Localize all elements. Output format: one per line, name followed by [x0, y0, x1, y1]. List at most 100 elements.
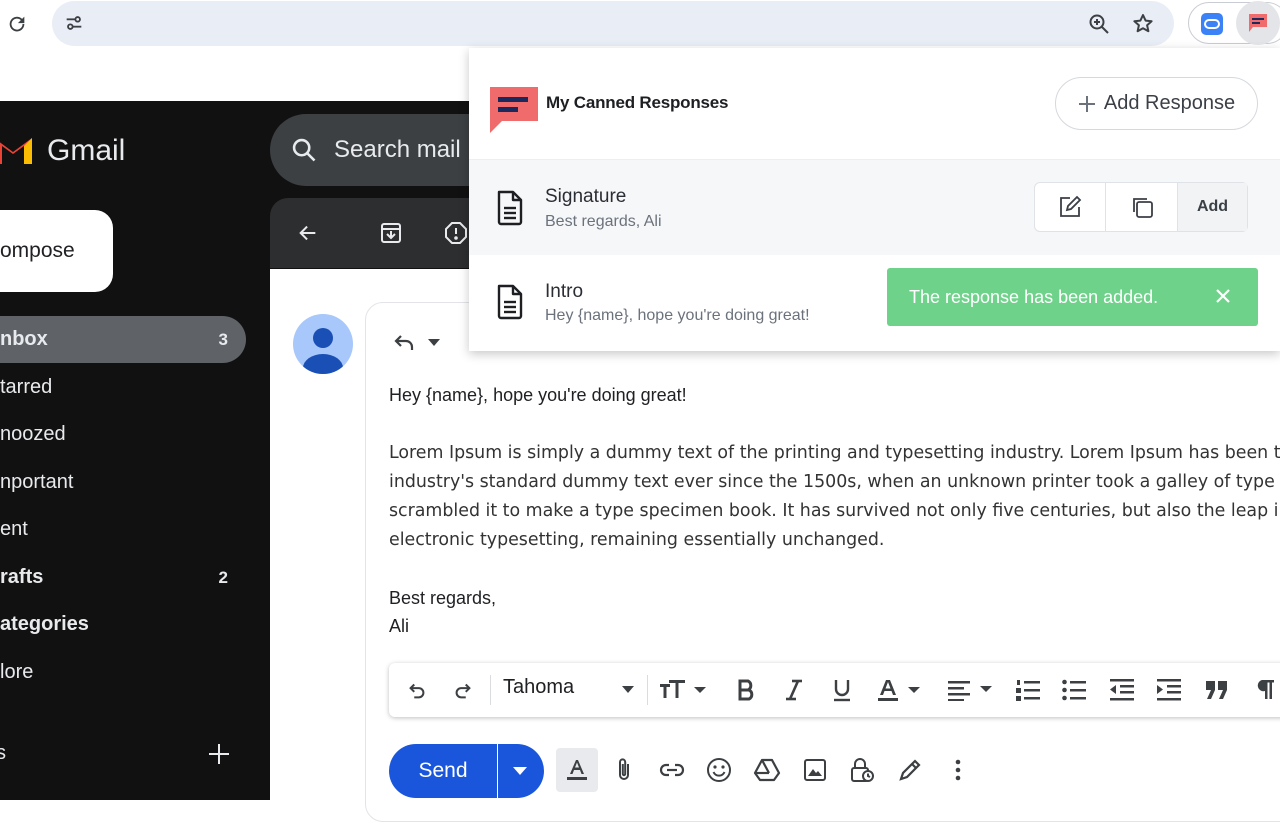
gmail-logo-icon	[0, 134, 32, 166]
sidebar-item[interactable]: nportant	[0, 459, 246, 506]
toolbar-divider	[490, 675, 491, 705]
chevron-down-icon[interactable]	[428, 339, 440, 347]
signature-pen-icon[interactable]	[888, 748, 932, 792]
insert-photo-icon[interactable]	[793, 748, 837, 792]
response-row[interactable]: Signature Best regards, Ali Add	[469, 160, 1280, 255]
sidebar-item-label: ent	[0, 518, 28, 540]
edit-icon	[1060, 195, 1082, 217]
font-select[interactable]: Tahoma	[503, 676, 574, 699]
canned-responses-extension-icon[interactable]	[1236, 1, 1280, 45]
sidebar-item-label: nportant	[0, 471, 74, 493]
response-preview: Hey {name}, hope you're doing great!	[545, 307, 810, 324]
success-toast: The response has been added.	[887, 268, 1258, 326]
response-preview: Best regards, Ali	[545, 213, 662, 230]
address-bar[interactable]	[52, 1, 1174, 46]
sidebar-item-label: tarred	[0, 376, 53, 398]
gmail-logo-text: Gmail	[47, 134, 126, 167]
edit-response-button[interactable]	[1035, 183, 1106, 231]
site-settings-icon[interactable]	[63, 12, 85, 34]
close-icon[interactable]	[1214, 287, 1232, 305]
reply-arrow-icon[interactable]	[392, 331, 416, 355]
italic-icon[interactable]	[781, 663, 807, 717]
copy-response-button[interactable]	[1106, 183, 1178, 231]
email-paragraph-line: electronic typesetting, remaining essent…	[389, 530, 885, 550]
numbered-list-icon[interactable]	[1015, 663, 1041, 717]
add-to-email-label: Add	[1196, 198, 1229, 215]
add-response-label: Add Response	[1103, 92, 1236, 114]
font-dropdown-chevron-icon[interactable]	[621, 663, 635, 717]
document-icon	[496, 190, 524, 226]
avatar	[293, 314, 353, 374]
more-options-icon[interactable]	[936, 748, 980, 792]
redo-icon[interactable]	[449, 663, 477, 717]
plus-icon	[1078, 95, 1095, 112]
sidebar-item-label: noozed	[0, 423, 66, 445]
compose-label: ompose	[0, 239, 75, 262]
confidential-mode-icon[interactable]	[840, 748, 884, 792]
formatting-options-icon[interactable]	[556, 748, 598, 792]
sidebar-item[interactable]: lore	[0, 649, 246, 696]
send-button[interactable]: Send	[389, 744, 497, 798]
sidebar-item-label: rafts	[0, 566, 44, 588]
send-label: Send	[418, 759, 468, 782]
response-title: Intro	[545, 281, 584, 302]
sidebar-item-label: ategories	[0, 613, 89, 635]
archive-icon[interactable]	[379, 221, 403, 245]
sidebar-item-count: 3	[218, 329, 228, 349]
font-size-icon[interactable]	[659, 663, 711, 717]
attach-file-icon[interactable]	[602, 748, 646, 792]
browser-toolbar	[0, 0, 1280, 48]
toolbar-divider	[647, 675, 648, 705]
sidebar-item-count: 2	[218, 567, 228, 587]
sidebar-item[interactable]: nbox 3	[0, 316, 246, 363]
text-color-icon[interactable]	[875, 663, 925, 717]
extensions-area	[1188, 1, 1280, 45]
zoom-icon[interactable]	[1087, 12, 1111, 36]
quote-icon[interactable]	[1204, 663, 1230, 717]
email-signoff[interactable]: Best regards,	[389, 584, 496, 613]
compose-button[interactable]: ompose	[0, 210, 113, 292]
email-paragraph-line: industry's standard dummy text ever sinc…	[389, 472, 1280, 492]
toast-message: The response has been added.	[909, 286, 1159, 307]
email-paragraph-line: scrambled it to make a type specimen boo…	[389, 501, 1280, 521]
popup-header: My Canned Responses Add Response	[469, 48, 1280, 160]
email-greeting[interactable]: Hey {name}, hope you're doing great!	[389, 381, 687, 410]
underline-icon[interactable]	[829, 663, 855, 717]
sidebar-item[interactable]: ent	[0, 506, 246, 553]
sidebar-item-label: nbox	[0, 328, 48, 350]
add-response-button[interactable]: Add Response	[1055, 77, 1258, 130]
align-icon[interactable]	[947, 663, 997, 717]
sidebar-item[interactable]: rafts 2	[0, 554, 246, 601]
reload-icon[interactable]	[6, 13, 28, 35]
response-title: Signature	[545, 186, 627, 207]
bookmark-star-icon[interactable]	[1131, 12, 1155, 36]
canned-responses-logo-icon	[490, 87, 538, 133]
popup-title: My Canned Responses	[546, 93, 729, 112]
paragraph-direction-icon[interactable]	[1251, 663, 1277, 717]
back-arrow-icon[interactable]	[297, 222, 319, 244]
google-drive-icon[interactable]	[745, 748, 789, 792]
document-icon	[496, 284, 524, 320]
sidebar-item[interactable]: ategories	[0, 601, 246, 648]
report-spam-icon[interactable]	[444, 221, 468, 245]
add-to-email-button[interactable]: Add	[1178, 183, 1247, 231]
emoji-icon[interactable]	[697, 748, 741, 792]
email-paragraph-line: Lorem Ipsum is simply a dummy text of th…	[389, 443, 1280, 463]
bulleted-list-icon[interactable]	[1061, 663, 1087, 717]
add-label-icon[interactable]	[207, 742, 231, 766]
email-sender-name[interactable]: Ali	[389, 612, 409, 641]
search-icon	[290, 136, 318, 164]
bold-icon[interactable]	[734, 663, 760, 717]
indent-more-icon[interactable]	[1156, 663, 1182, 717]
sidebar-item[interactable]: tarred	[0, 364, 246, 411]
sidebar-item-label: lore	[0, 661, 34, 683]
labels-header: s	[0, 742, 6, 764]
search-placeholder: Search mail	[334, 136, 461, 163]
copy-icon	[1132, 198, 1153, 218]
indent-less-icon[interactable]	[1109, 663, 1135, 717]
insert-link-icon[interactable]	[650, 748, 694, 792]
sidebar-item[interactable]: noozed	[0, 411, 246, 458]
extension-icon[interactable]	[1200, 12, 1224, 36]
message-toolbar	[270, 198, 490, 268]
undo-icon[interactable]	[403, 663, 431, 717]
